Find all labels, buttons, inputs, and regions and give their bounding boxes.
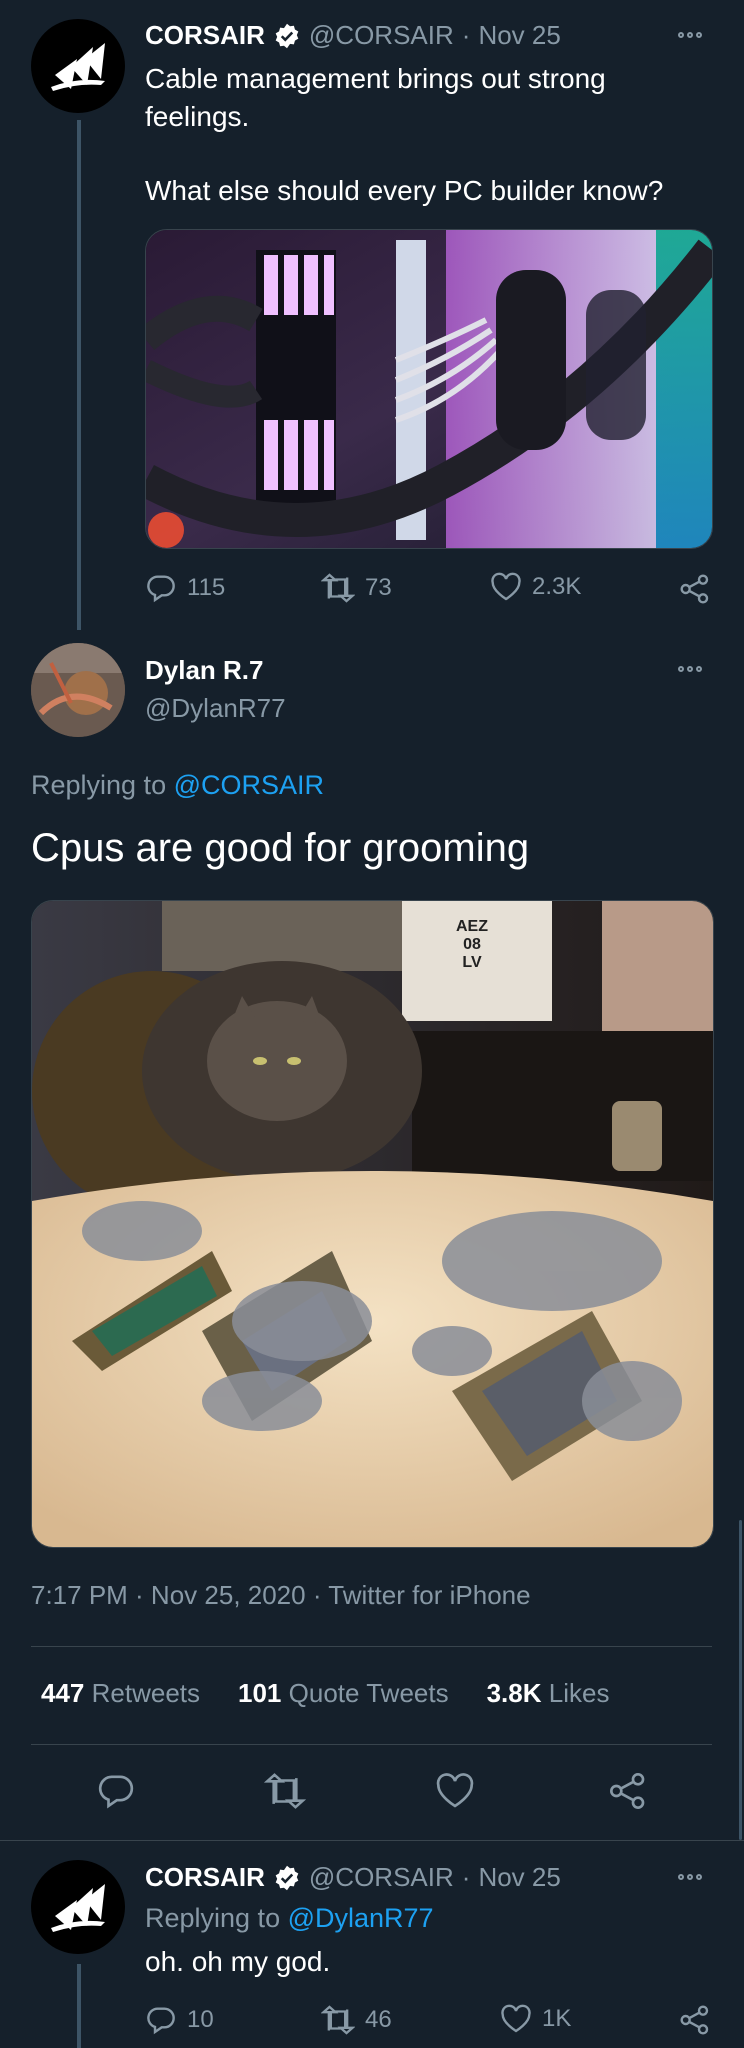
heart-icon <box>501 2004 531 2033</box>
tweet1-like-button[interactable]: 2.3K <box>490 572 581 602</box>
main-tweet-source-separator: · <box>312 1580 322 1610</box>
retweet-icon <box>321 573 355 603</box>
quotes-label: Quote Tweets <box>288 1678 449 1708</box>
tweet3-retweet-count: 46 <box>365 2006 392 2033</box>
share-icon <box>610 1773 645 1809</box>
tweet1-text: Cable management brings out strong feeli… <box>145 60 663 210</box>
main-tweet-stats: 447 Retweets 101 Quote Tweets 3.8K Likes <box>41 1678 609 1709</box>
tweet3-like-count: 1K <box>542 2005 572 2032</box>
reply-icon <box>147 2007 175 2035</box>
tweet1-display-name[interactable]: CORSAIR <box>145 20 265 51</box>
scroll-indicator[interactable] <box>739 1520 742 1840</box>
tweet3-replying-prefix: Replying to <box>145 1903 281 1933</box>
retweet-icon <box>264 1773 306 1809</box>
corsair-sails-logo-icon <box>51 43 105 91</box>
tweet1-text-line2: feelings. <box>145 101 250 132</box>
likes-label: Likes <box>548 1678 610 1708</box>
tweet1-more-icon[interactable] <box>678 29 708 41</box>
tweet1-retweet-count: 73 <box>365 574 392 601</box>
tweet3-reply-count: 10 <box>187 2006 214 2033</box>
share-icon <box>680 2005 709 2035</box>
tweet1-share-button[interactable] <box>679 573 711 605</box>
main-tweet-text: Cpus are good for grooming <box>31 826 530 870</box>
main-like-button[interactable] <box>435 1772 475 1810</box>
dylan-avatar[interactable] <box>31 643 125 737</box>
tweet-separator <box>0 1840 744 1841</box>
thread-line <box>77 120 81 630</box>
stats-divider-bottom <box>31 1744 712 1745</box>
retweets-stat[interactable]: 447 Retweets <box>41 1678 200 1709</box>
main-share-button[interactable] <box>608 1771 648 1811</box>
main-replying-handle[interactable]: @CORSAIR <box>174 770 324 800</box>
main-replying-to: Replying to @CORSAIR <box>31 770 324 801</box>
main-tweet-source[interactable]: Twitter for iPhone <box>328 1580 530 1610</box>
retweets-label: Retweets <box>91 1678 201 1708</box>
share-icon <box>680 574 709 604</box>
likes-stat[interactable]: 3.8K Likes <box>487 1678 610 1709</box>
reply-icon <box>147 575 175 603</box>
heart-icon <box>491 572 521 601</box>
stats-divider-top <box>31 1646 712 1647</box>
main-tweet-more-icon[interactable] <box>678 663 708 675</box>
corsair-avatar-reply[interactable] <box>31 1860 125 1954</box>
tweet3-like-button[interactable]: 1K <box>500 2004 571 2034</box>
tweet3-retweet-button[interactable]: 46 <box>321 2004 392 2036</box>
verified-badge-icon <box>275 1865 299 1890</box>
tweet1-text-line3: What else should every PC builder know? <box>145 175 664 206</box>
tweet3-header: CORSAIR @CORSAIR · Nov 25 <box>145 1862 561 1893</box>
corsair-sails-logo-icon <box>51 1884 105 1932</box>
tweet3-replying-handle[interactable]: @DylanR77 <box>288 1903 434 1933</box>
tweet1-text-line1: Cable management brings out strong <box>145 63 606 94</box>
main-tweet-image[interactable]: AEZ 08 LV <box>31 900 714 1548</box>
main-retweet-button[interactable] <box>264 1771 306 1811</box>
main-reply-button[interactable] <box>96 1771 136 1811</box>
tweet1-image[interactable] <box>145 229 713 549</box>
likes-count: 3.8K <box>486 1678 542 1708</box>
main-tweet-meta: 7:17 PM · Nov 25, 2020 · Twitter for iPh… <box>31 1580 531 1611</box>
pc-cable-photo <box>146 230 712 548</box>
tweet1-separator: · <box>461 20 471 50</box>
tweet1-handle[interactable]: @CORSAIR <box>309 20 454 51</box>
main-tweet-timestamp[interactable]: 7:17 PM · Nov 25, 2020 <box>31 1580 306 1610</box>
tweet1-like-count: 2.3K <box>532 573 582 600</box>
tweet1-header: CORSAIR @CORSAIR · Nov 25 <box>145 20 561 51</box>
main-replying-prefix: Replying to <box>31 770 167 800</box>
quotes-count: 101 <box>238 1678 282 1708</box>
tweet3-handle[interactable]: @CORSAIR <box>309 1862 454 1893</box>
cat-cpus-photo: AEZ 08 LV <box>32 901 713 1547</box>
retweet-icon <box>321 2005 355 2035</box>
dylan-display-name[interactable]: Dylan R.7 <box>145 655 264 686</box>
quotes-stat[interactable]: 101 Quote Tweets <box>238 1678 449 1709</box>
dylan-handle[interactable]: @DylanR77 <box>145 693 286 724</box>
tweet1-reply-button[interactable]: 115 <box>145 572 225 604</box>
corsair-avatar[interactable] <box>31 19 125 113</box>
tweet3-separator: · <box>461 1862 471 1892</box>
tweet3-display-name[interactable]: CORSAIR <box>145 1862 265 1893</box>
tweet3-more-icon[interactable] <box>678 1871 708 1883</box>
tweet1-date[interactable]: Nov 25 <box>478 20 560 51</box>
reply-icon <box>98 1775 134 1809</box>
tweet3-replying-to: Replying to @DylanR77 <box>145 1903 434 1934</box>
tweet1-retweet-button[interactable]: 73 <box>321 572 392 604</box>
tweet3-reply-button[interactable]: 10 <box>145 2004 214 2036</box>
tweet3-date[interactable]: Nov 25 <box>478 1862 560 1893</box>
dylan-avatar-photo <box>31 643 125 737</box>
heart-icon <box>436 1773 474 1808</box>
tweet3-share-button[interactable] <box>679 2004 711 2036</box>
tweet1-reply-count: 115 <box>187 574 226 601</box>
retweets-count: 447 <box>41 1678 85 1708</box>
verified-badge-icon <box>275 23 299 48</box>
tweet3-text: oh. oh my god. <box>145 1946 331 1977</box>
thread-line-reply <box>77 1964 81 2048</box>
